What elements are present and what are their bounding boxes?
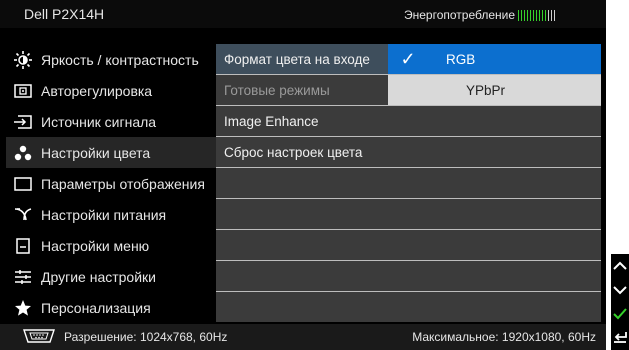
- power-bar: [554, 9, 556, 21]
- options-empty-row: [388, 137, 601, 168]
- power-settings-icon: [12, 205, 34, 225]
- option-ypbpr[interactable]: YPbPr: [388, 75, 601, 106]
- options-empty-row: [388, 168, 601, 199]
- menu-label: Другие настройки: [41, 268, 156, 285]
- auto-adjust-icon: [12, 81, 34, 101]
- submenu-item-input-color-format[interactable]: Формат цвета на входе: [216, 44, 388, 75]
- menu-item-input-source[interactable]: Источник сигнала: [6, 106, 216, 137]
- option-label: YPbPr: [466, 82, 506, 98]
- submenu-empty-row: [216, 261, 388, 292]
- power-bars: [518, 9, 557, 21]
- options-empty-row: [388, 106, 601, 137]
- submenu-empty-row: [216, 168, 388, 199]
- menu-item-color-settings[interactable]: Настройки цвета: [6, 137, 216, 168]
- options-empty-row: [388, 199, 601, 230]
- submenu-empty-row: [216, 292, 388, 322]
- menu-label: Персонализация: [41, 299, 151, 316]
- power-bar: [551, 9, 553, 21]
- back-icon[interactable]: [612, 329, 628, 347]
- power-bar: [545, 9, 547, 21]
- brightness-icon: [12, 50, 34, 70]
- menu-label: Настройки цвета: [41, 144, 151, 161]
- power-bar: [548, 9, 550, 21]
- display-settings-icon: [12, 174, 34, 194]
- menu-item-menu-settings[interactable]: Настройки меню: [6, 230, 216, 261]
- power-indicator: Энергопотребление: [404, 8, 557, 22]
- submenu-empty-row: [216, 199, 388, 230]
- power-bar: [527, 9, 529, 21]
- menu-label: Настройки меню: [41, 237, 150, 254]
- star-icon: [12, 298, 34, 318]
- power-bar: [521, 9, 523, 21]
- option-rgb[interactable]: ✓ RGB: [388, 44, 601, 75]
- menu-label: Параметры отображения: [41, 175, 205, 192]
- submenu-panel: Формат цвета на входе Готовые режимы Ima…: [216, 44, 388, 322]
- monitor-title: Dell P2X14H: [24, 6, 105, 22]
- menu-item-other-settings[interactable]: Другие настройки: [6, 261, 216, 292]
- input-source-icon: [12, 112, 34, 132]
- menu-item-power-settings[interactable]: Настройки питания: [6, 199, 216, 230]
- menu-item-personalization[interactable]: Персонализация: [6, 292, 216, 323]
- max-resolution: Максимальное: 1920x1080, 60Hz: [412, 330, 596, 344]
- color-settings-icon: [12, 143, 34, 163]
- check-icon[interactable]: [612, 305, 628, 323]
- other-settings-icon: [12, 267, 34, 287]
- options-panel: ✓ RGB YPbPr: [388, 44, 601, 322]
- options-empty-row: [388, 261, 601, 292]
- submenu-item-color-reset[interactable]: Сброс настроек цвета: [216, 137, 388, 168]
- options-empty-row: [388, 292, 601, 322]
- current-resolution: Разрешение: 1024x768, 60Hz: [64, 330, 228, 344]
- osd-header: Dell P2X14H Энергопотребление: [0, 0, 606, 28]
- menu-label: Яркость / контрастность: [41, 51, 199, 68]
- menu-item-brightness[interactable]: Яркость / контрастность: [6, 44, 216, 75]
- power-bar: [518, 9, 520, 21]
- power-bar: [542, 9, 544, 21]
- submenu-empty-row: [216, 230, 388, 261]
- power-bar: [539, 9, 541, 21]
- main-menu: Яркость / контрастность Авторегулировка …: [6, 44, 216, 323]
- power-label: Энергопотребление: [404, 8, 516, 22]
- status-bar: Разрешение: 1024x768, 60Hz Максимальное:…: [0, 324, 606, 350]
- monitor-osd: Dell P2X14H Энергопотребление Яркость / …: [0, 0, 606, 350]
- power-bar: [524, 9, 526, 21]
- up-icon[interactable]: [612, 257, 628, 275]
- options-empty-row: [388, 230, 601, 261]
- menu-settings-icon: [12, 236, 34, 256]
- menu-item-auto-adjust[interactable]: Авторегулировка: [6, 75, 216, 106]
- down-icon[interactable]: [612, 281, 628, 299]
- power-bar: [533, 9, 535, 21]
- vga-connector-icon: [22, 328, 56, 346]
- option-label: RGB: [446, 51, 476, 67]
- menu-label: Источник сигнала: [41, 113, 157, 130]
- osd-buttons: [611, 254, 629, 350]
- menu-item-display-settings[interactable]: Параметры отображения: [6, 168, 216, 199]
- submenu-item-image-enhance[interactable]: Image Enhance: [216, 106, 388, 137]
- submenu-item-preset-modes[interactable]: Готовые режимы: [216, 75, 388, 106]
- menu-label: Настройки питания: [41, 206, 167, 223]
- power-bar: [536, 9, 538, 21]
- menu-label: Авторегулировка: [41, 82, 153, 99]
- check-icon: ✓: [400, 48, 416, 69]
- power-bar: [530, 9, 532, 21]
